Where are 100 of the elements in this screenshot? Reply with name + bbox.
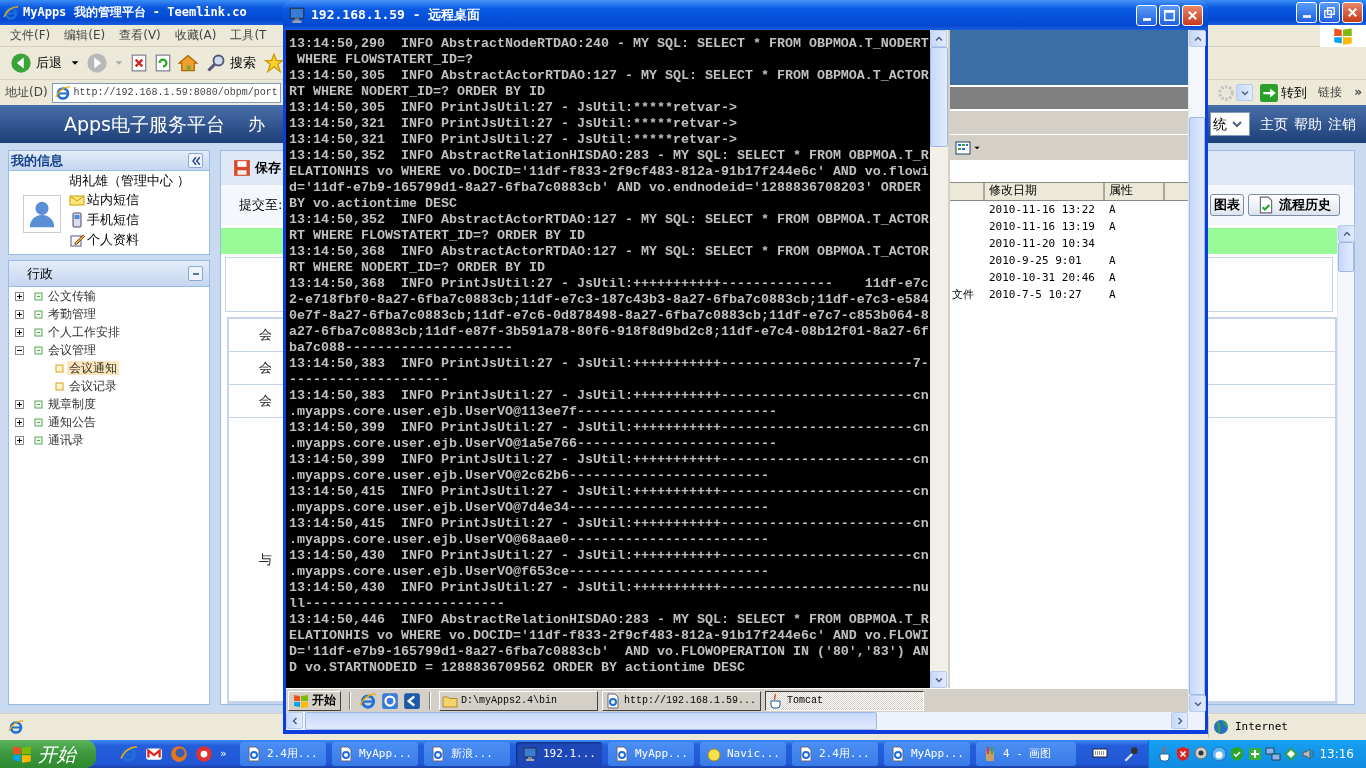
address-field[interactable]: http://192.168.1.59:8080/obpm/port <box>51 82 281 103</box>
restore-button[interactable] <box>1319 2 1340 23</box>
system-select[interactable]: 统 <box>1210 112 1250 136</box>
close-button[interactable] <box>1182 4 1203 26</box>
start-button[interactable]: 开始 <box>288 690 341 711</box>
taskbar-button[interactable]: 新浪... <box>424 742 510 766</box>
taskbar-button[interactable]: Tomcat <box>765 690 924 711</box>
bird-icon[interactable] <box>1211 746 1227 762</box>
tree-item[interactable]: 会议管理 <box>46 342 98 358</box>
back-button[interactable]: 后退 <box>8 52 64 74</box>
close-button[interactable] <box>1342 2 1363 23</box>
microphone-icon[interactable] <box>1122 745 1140 763</box>
refresh-icon[interactable] <box>154 54 172 72</box>
shield-icon[interactable] <box>1175 746 1191 762</box>
go-button[interactable]: 转到 <box>1257 83 1311 102</box>
expand-toggle-icon[interactable] <box>15 399 24 409</box>
scroll-thumb[interactable] <box>1338 242 1354 272</box>
taskbar-button[interactable]: 2.4用... <box>240 742 326 766</box>
webcam-icon[interactable] <box>1193 746 1209 762</box>
dropdown-button[interactable] <box>1236 84 1254 101</box>
form-button[interactable]: 图表 <box>1210 194 1244 216</box>
browser-icon[interactable] <box>359 691 377 710</box>
start-button[interactable]: 开始 <box>0 740 96 768</box>
form-button[interactable]: 流程历史 <box>1248 194 1340 216</box>
search-button[interactable]: 搜索 <box>204 53 258 73</box>
taskbar-button[interactable]: 192.1... <box>516 742 602 766</box>
scroll-down-button[interactable] <box>930 671 947 688</box>
taskbar-button[interactable]: MyApp... <box>332 742 418 766</box>
taskbar-button[interactable]: MyApp... <box>884 742 970 766</box>
blob-icon <box>706 746 722 762</box>
tree-item[interactable]: 考勤管理 <box>46 306 98 322</box>
scrollbar[interactable] <box>286 712 1205 730</box>
more-links[interactable]: » <box>1354 85 1362 100</box>
header-link[interactable]: 注销 <box>1328 115 1356 133</box>
column-header[interactable]: 修改日期 <box>985 183 1105 200</box>
collapse-button[interactable] <box>188 266 203 281</box>
taskbar-button[interactable]: http://192.168.1.59... <box>602 690 761 711</box>
view-icon[interactable] <box>954 139 972 156</box>
star-icon[interactable] <box>264 53 284 73</box>
tree-item[interactable]: 会议通知 <box>67 360 119 376</box>
scroll-down-button[interactable] <box>1189 695 1206 712</box>
taskbar-button[interactable]: 4 - 画图 <box>976 742 1076 766</box>
home-icon[interactable] <box>178 53 198 73</box>
header-link[interactable]: 帮助 <box>1294 115 1322 133</box>
keyboard-icon[interactable] <box>1090 745 1110 761</box>
scroll-up-button[interactable] <box>930 30 947 47</box>
collapse-toggle-icon[interactable] <box>15 345 24 355</box>
header-link[interactable]: 主页 <box>1260 115 1288 133</box>
tree-item[interactable]: 通知公告 <box>46 414 98 430</box>
info-link[interactable]: 个人资料 <box>69 230 191 249</box>
minimize-button[interactable] <box>1136 4 1157 26</box>
column-header[interactable]: 属性 <box>1105 183 1165 200</box>
maximize-button[interactable] <box>1159 4 1180 26</box>
scroll-thumb[interactable] <box>930 47 948 147</box>
expand-toggle-icon[interactable] <box>15 435 24 445</box>
browser-icon[interactable] <box>120 745 138 763</box>
stop-icon[interactable] <box>130 54 148 72</box>
coffee-cup-icon[interactable] <box>1157 746 1173 762</box>
menu-item[interactable]: 编辑(E) <box>64 28 106 43</box>
expand-toggle-icon[interactable] <box>15 327 24 337</box>
scroll-right-button[interactable] <box>1171 712 1188 729</box>
taskbar-button[interactable]: 2.4用... <box>792 742 878 766</box>
menu-item[interactable]: 工具(T <box>230 28 267 43</box>
expand-toggle-icon[interactable] <box>15 291 24 301</box>
taskbar-button[interactable]: Navic... <box>700 742 786 766</box>
ball-icon[interactable] <box>195 745 213 763</box>
scroll-up-button[interactable] <box>1338 225 1355 242</box>
mail-icon[interactable] <box>145 745 163 763</box>
taskbar-button[interactable]: D:\myApps2.4\bin <box>439 690 598 711</box>
scrollbar[interactable] <box>1188 30 1205 712</box>
nav-link[interactable]: 办 <box>248 113 265 135</box>
tree-item[interactable]: 规章制度 <box>46 396 98 412</box>
menu-item[interactable]: 收藏(A) <box>174 28 217 43</box>
minimize-button[interactable] <box>1296 2 1317 23</box>
menu-item[interactable]: 文件(F) <box>10 28 51 43</box>
diamond-icon[interactable] <box>1283 746 1299 762</box>
scroll-thumb[interactable] <box>1189 117 1205 695</box>
menu-item[interactable]: 查看(V) <box>119 28 161 43</box>
tree-item[interactable]: 通讯录 <box>46 432 86 448</box>
scroll-up-button[interactable] <box>1189 30 1206 47</box>
links-label[interactable]: 链接 <box>1318 85 1343 100</box>
tree-item[interactable]: 个人工作安排 <box>46 324 122 340</box>
expand-toggle-icon[interactable] <box>15 309 24 319</box>
speaker-icon[interactable] <box>1301 746 1317 762</box>
scroll-left-button[interactable] <box>286 712 303 729</box>
shield-icon[interactable] <box>1229 746 1245 762</box>
taskbar-button[interactable]: MyApp... <box>608 742 694 766</box>
tree-item[interactable]: 会议记录 <box>67 378 119 394</box>
expand-toggle-icon[interactable] <box>15 417 24 427</box>
plus-icon[interactable] <box>1247 746 1263 762</box>
scrollbar[interactable] <box>930 30 948 688</box>
info-link[interactable]: 手机短信 <box>69 210 191 229</box>
tree-item[interactable]: 公文传输 <box>46 288 98 304</box>
more-button[interactable]: » <box>220 747 227 761</box>
scroll-thumb[interactable] <box>305 712 877 730</box>
info-link[interactable]: 站内短信 <box>69 190 191 209</box>
explorer-icon[interactable] <box>381 691 399 710</box>
collapse-button[interactable] <box>188 153 203 168</box>
network-icon[interactable] <box>1265 746 1281 762</box>
scrollbar[interactable] <box>1337 225 1354 704</box>
